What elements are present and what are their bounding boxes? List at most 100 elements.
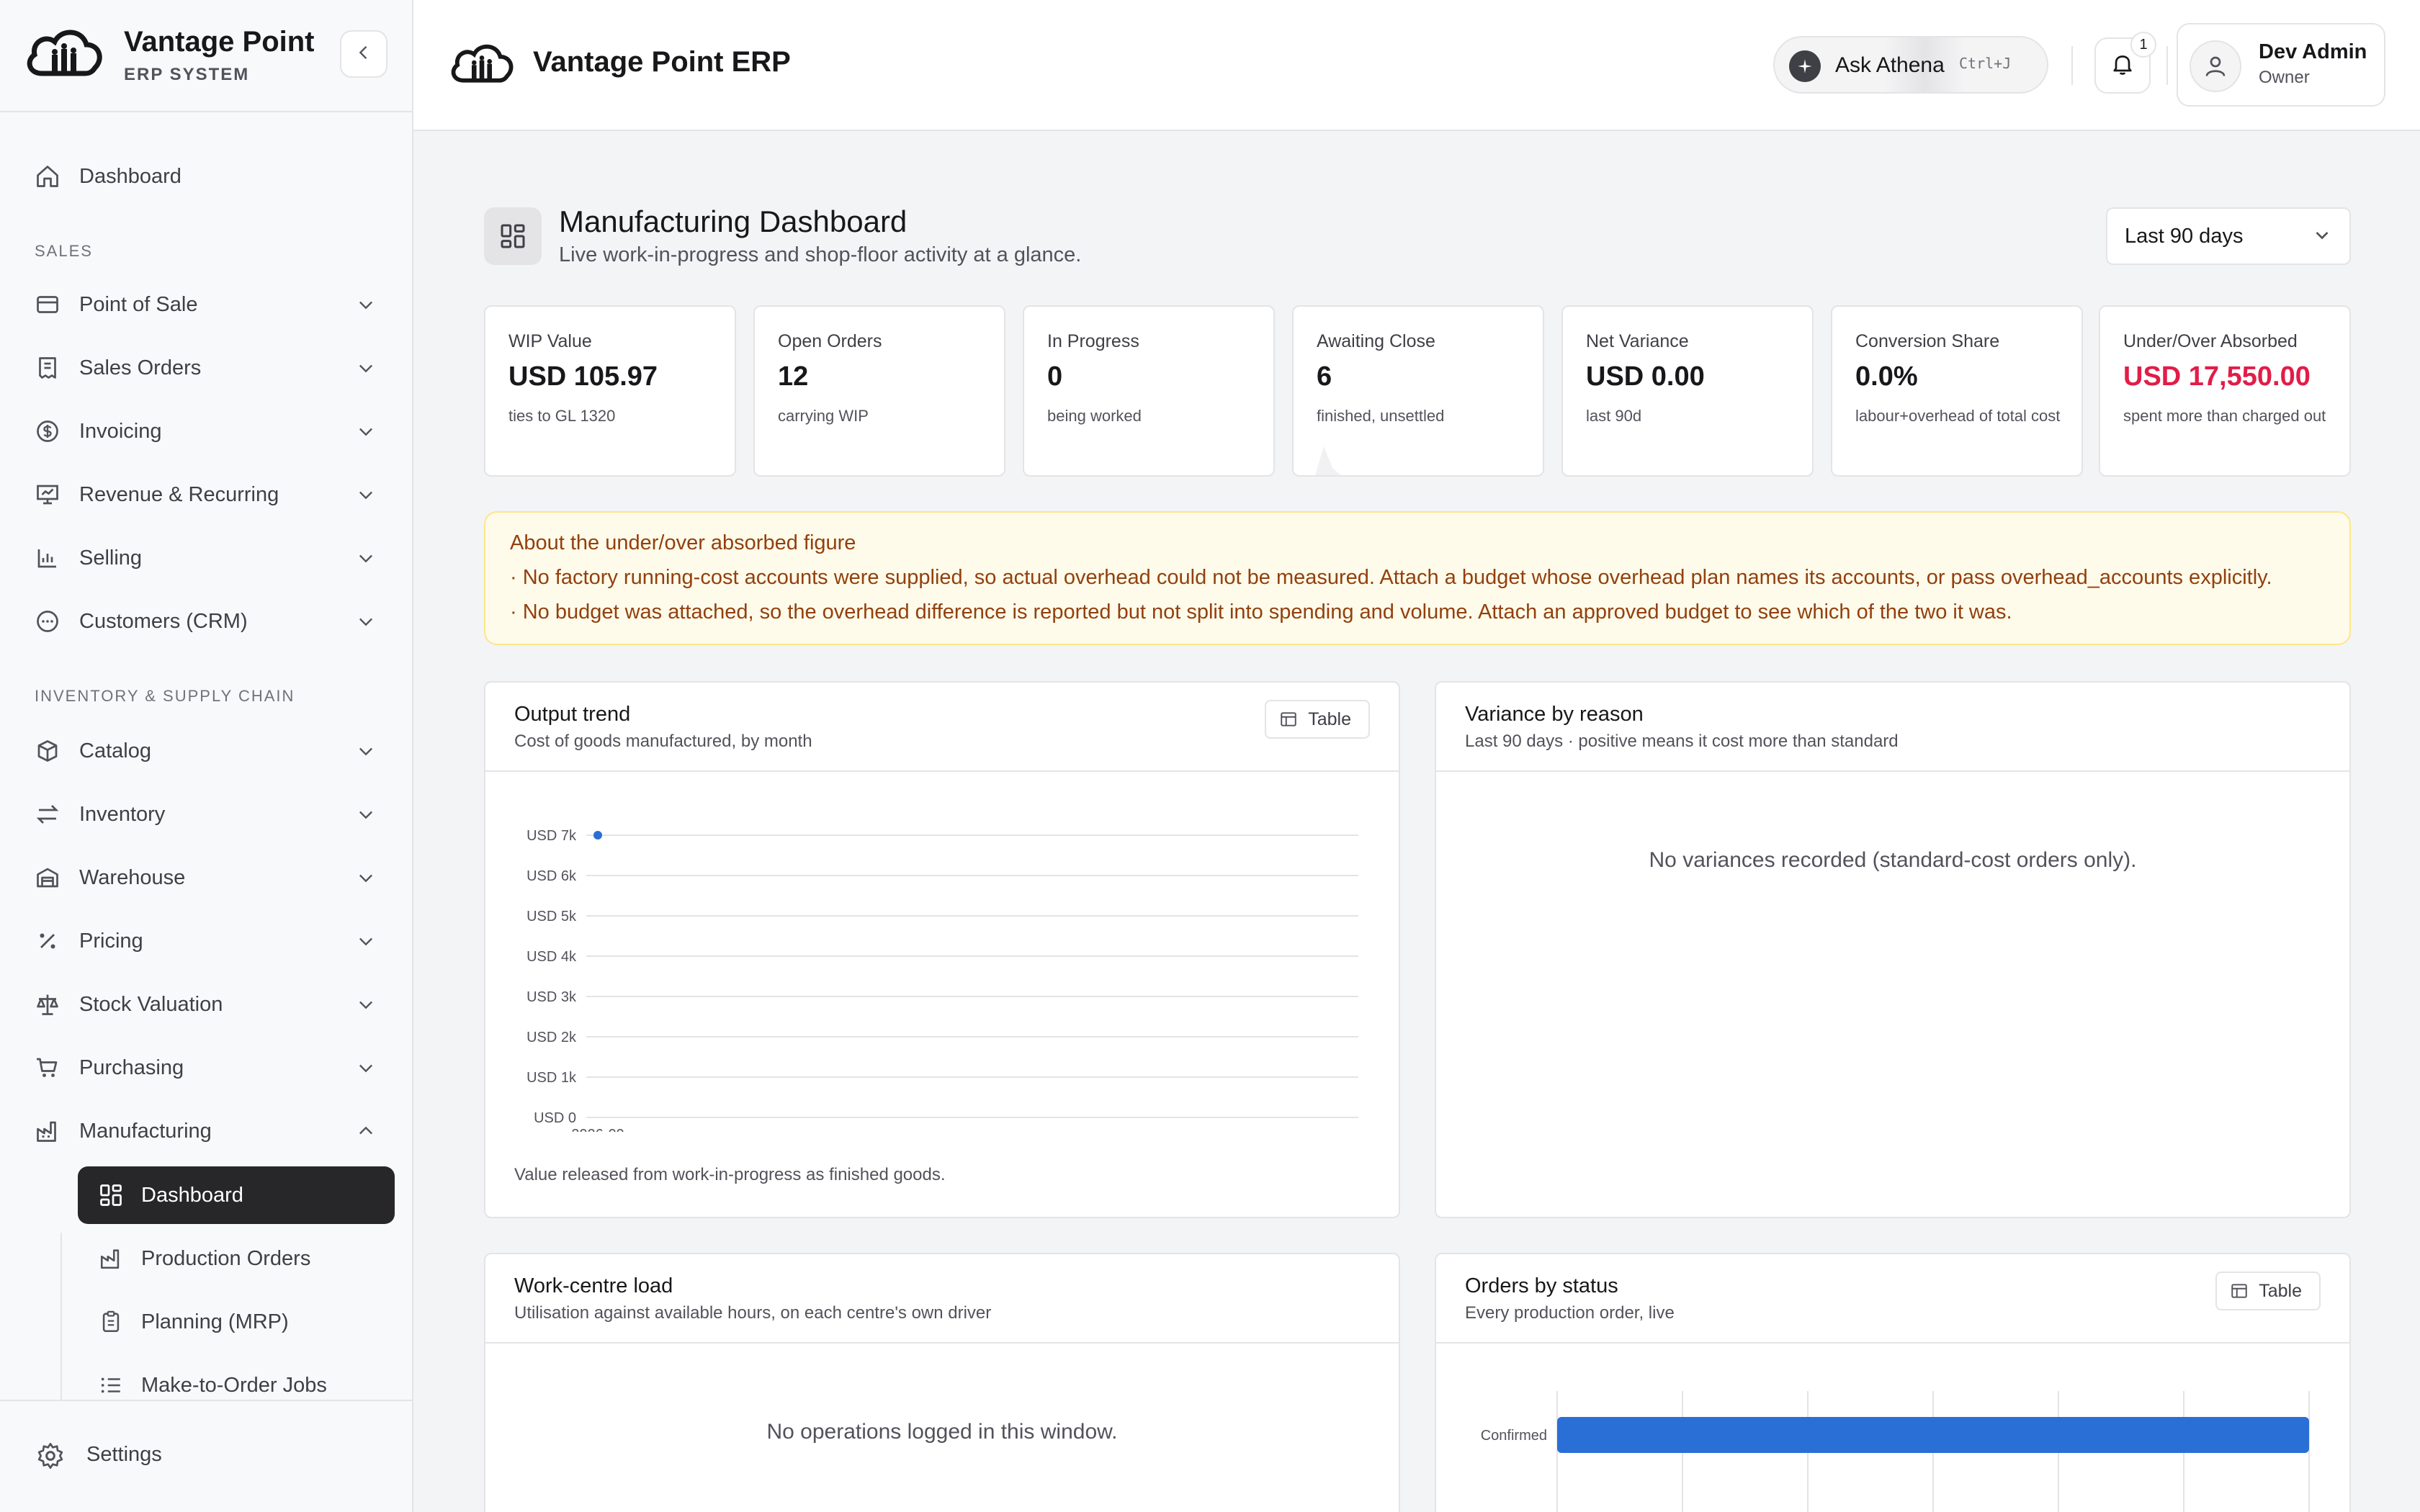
card-subtitle: Utilisation against available hours, on … (514, 1303, 992, 1323)
list-icon (94, 1368, 128, 1403)
chevron-down-icon (350, 542, 382, 574)
section-heading-sales: SALES (35, 242, 93, 260)
date-range-select[interactable]: Last 90 days (2106, 207, 2351, 265)
sidebar-subitem-production-orders[interactable]: Production Orders (78, 1230, 395, 1287)
kpi-note: labour+overhead of total cost (1855, 407, 2061, 425)
sidebar-item-label: Purchasing (79, 1056, 184, 1079)
sidebar-item-point-of-sale[interactable]: Point of Sale (32, 281, 382, 328)
cart-icon (32, 1052, 63, 1084)
receipt-icon (32, 352, 63, 384)
sidebar-item-invoicing[interactable]: Invoicing (32, 408, 382, 455)
variance-by-reason-card: Variance by reason Last 90 days · positi… (1435, 681, 2351, 1218)
kpi-note: being worked (1047, 407, 1142, 425)
date-range-value: Last 90 days (2125, 225, 2244, 248)
chevron-down-icon (350, 862, 382, 894)
card-icon (32, 289, 63, 320)
table-icon (1279, 710, 1298, 729)
orders-by-status-card: Orders by status Every production order,… (1435, 1253, 2351, 1512)
y-tick-label: USD 5k (526, 909, 577, 924)
kpi-label: Conversion Share (1855, 331, 2000, 351)
chat-icon (32, 606, 63, 637)
settings-label: Settings (86, 1443, 162, 1466)
box-icon (32, 735, 63, 767)
sidebar-subitem-planning-mrp[interactable]: Planning (MRP) (78, 1293, 395, 1351)
sidebar-subitem-manufacturing-dashboard[interactable]: Dashboard (78, 1166, 395, 1224)
sidebar-settings[interactable]: Settings (0, 1400, 412, 1512)
sidebar-item-pricing[interactable]: Pricing (32, 917, 382, 965)
sidebar-item-label: Inventory (79, 802, 166, 826)
x-tick-label: 2026-09 (571, 1127, 624, 1132)
kpi-note: spent more than charged out (2123, 407, 2326, 425)
card-header: Variance by reason Last 90 days · positi… (1436, 683, 2349, 772)
sidebar-item-warehouse[interactable]: Warehouse (32, 854, 382, 901)
user-menu[interactable]: Dev Admin Owner (2177, 23, 2385, 107)
sidebar-item-catalog[interactable]: Catalog (32, 727, 382, 775)
card-title: Variance by reason (1465, 703, 1644, 726)
ask-athena-button[interactable]: Ask Athena Ctrl+J (1773, 36, 2048, 94)
category-label: Confirmed (1481, 1428, 1547, 1444)
y-tick-label: USD 7k (526, 828, 577, 844)
chevron-down-icon (350, 735, 382, 767)
kpi-label: Open Orders (778, 331, 882, 351)
kpi-value: 0 (1047, 361, 1063, 392)
app-title: Vantage Point ERP (533, 46, 791, 78)
factory-icon (32, 1115, 63, 1147)
absorption-notice: About the under/over absorbed figure · N… (484, 511, 2351, 645)
kpi-value: 0.0% (1855, 361, 1918, 392)
data-point (593, 831, 602, 840)
notice-line: · No factory running-cost accounts were … (510, 566, 2272, 589)
chart-footnote: Value released from work-in-progress as … (514, 1165, 946, 1184)
kpi-card-under-over-absorbed: Under/Over Absorbed USD 17,550.00 spent … (2099, 305, 2351, 477)
table-view-button[interactable]: Table (2215, 1272, 2321, 1310)
presentation-icon (32, 479, 63, 510)
sidebar-item-dashboard[interactable]: Dashboard (32, 153, 382, 200)
kpi-label: Under/Over Absorbed (2123, 331, 2298, 351)
bell-icon (2110, 51, 2136, 81)
table-view-button[interactable]: Table (1265, 700, 1370, 739)
kpi-note: ties to GL 1320 (508, 407, 616, 425)
sidebar-item-label: Warehouse (79, 865, 186, 889)
chevron-down-icon (350, 479, 382, 510)
kpi-note: carrying WIP (778, 407, 869, 425)
brand-subtitle: ERP SYSTEM (124, 65, 250, 84)
notifications-button[interactable]: 1 (2094, 32, 2156, 94)
kpi-card-awaiting-close: Awaiting Close 6 finished, unsettled (1292, 305, 1544, 477)
card-subtitle: Every production order, live (1465, 1303, 1675, 1323)
sidebar-item-label: Sales Orders (79, 356, 202, 379)
card-title: Output trend (514, 703, 631, 726)
sidebar-item-customers-crm[interactable]: Customers (CRM) (32, 598, 382, 645)
card-subtitle: Cost of goods manufactured, by month (514, 732, 812, 751)
sidebar-item-inventory[interactable]: Inventory (32, 791, 382, 838)
sidebar-item-selling[interactable]: Selling (32, 534, 382, 582)
sidebar-item-label: Invoicing (79, 419, 162, 443)
kpi-card-open-orders: Open Orders 12 carrying WIP (753, 305, 1005, 477)
kpi-sparkline (1294, 446, 1341, 475)
cloud-logo-icon (23, 23, 105, 84)
sidebar-item-purchasing[interactable]: Purchasing (32, 1044, 382, 1092)
sidebar-subitem-label: Planning (MRP) (141, 1310, 289, 1333)
sidebar-item-label: Selling (79, 546, 143, 570)
sidebar-subitem-label: Dashboard (141, 1183, 243, 1207)
percent-icon (32, 925, 63, 957)
y-tick-label: USD 2k (526, 1030, 577, 1045)
kpi-value: USD 105.97 (508, 361, 658, 392)
kpi-card-conversion-share: Conversion Share 0.0% labour+overhead of… (1831, 305, 2083, 477)
collapse-sidebar-button[interactable] (340, 30, 387, 78)
output-trend-card: Output trend Cost of goods manufactured,… (484, 681, 1400, 1218)
chevron-down-icon (350, 989, 382, 1020)
page-subtitle: Live work-in-progress and shop-floor act… (559, 243, 1082, 266)
arrows-icon (32, 798, 63, 830)
sidebar-item-label: Point of Sale (79, 292, 198, 316)
user-name: Dev Admin (2259, 40, 2367, 63)
sidebar-item-sales-orders[interactable]: Sales Orders (32, 344, 382, 392)
sidebar-item-manufacturing[interactable]: Manufacturing (32, 1107, 382, 1155)
sidebar-item-stock-valuation[interactable]: Stock Valuation (32, 981, 382, 1028)
chevron-down-icon (350, 798, 382, 830)
empty-state-message: No operations logged in this window. (766, 1420, 1118, 1444)
sidebar-item-label: Pricing (79, 929, 143, 953)
sidebar-item-revenue-recurring[interactable]: Revenue & Recurring (32, 471, 382, 518)
divider (2166, 46, 2168, 85)
chevron-down-icon (350, 925, 382, 957)
table-button-label: Table (1308, 708, 1351, 729)
empty-state-message: No variances recorded (standard-cost ord… (1649, 848, 2137, 872)
